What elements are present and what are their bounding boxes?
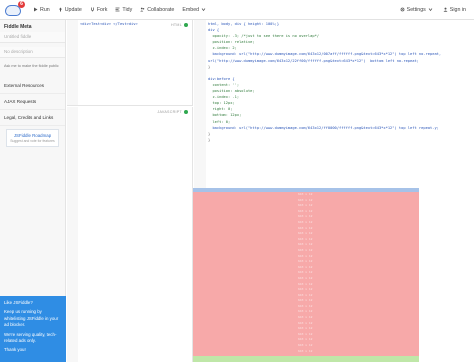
js-label-text: JAVASCRIPT (157, 110, 182, 114)
sidebar: Fiddle Meta Untitled fiddle No descripti… (0, 20, 66, 362)
result-green-strip (193, 356, 419, 362)
result-tile-label: 643 x 12 (298, 203, 313, 208)
js-settings-icon[interactable] (184, 110, 188, 114)
result-tile-label: 643 x 12 (298, 231, 313, 236)
fork-button[interactable]: Fork (90, 6, 108, 13)
result-tile-label: 643 x 12 (298, 275, 313, 280)
result-tile-label: 643 x 12 (298, 259, 313, 264)
html-pane-label: HTML (171, 23, 188, 27)
fiddle-description-input[interactable]: No description (0, 47, 65, 58)
result-tile-label: 643 x 12 (298, 348, 313, 353)
run-label: Run (40, 6, 50, 13)
roadmap-subtitle: Suggest and vote for features (10, 139, 55, 143)
result-blank-area (419, 188, 474, 362)
js-gutter (67, 107, 78, 362)
external-resources-link[interactable]: External Resources (0, 78, 65, 94)
fork-label: Fork (96, 6, 108, 13)
people-icon (140, 7, 145, 12)
collaborate-button[interactable]: Collaborate (140, 7, 174, 13)
legal-credits-link[interactable]: Legal, Credits and Links (0, 110, 65, 126)
update-button[interactable]: Update (58, 7, 82, 13)
play-icon (34, 7, 38, 12)
css-code-line[interactable]: background: url("http://www.dummyimage.c… (208, 125, 472, 131)
roadmap-title: JSFiddle Roadmap (13, 133, 52, 138)
promo-banner: Like JSFiddle? Keep us running by whitel… (0, 296, 66, 362)
settings-button[interactable]: Settings (400, 7, 435, 13)
tidy-label: Tidy (122, 6, 133, 13)
update-label: Update (64, 6, 82, 13)
javascript-pane[interactable]: JAVASCRIPT (67, 107, 193, 362)
result-tile-label: 643 x 12 (298, 343, 313, 348)
settings-label: Settings (406, 6, 426, 13)
notification-badge: 6 (18, 0, 25, 8)
run-button[interactable]: Run (33, 7, 50, 13)
html-gutter (67, 20, 78, 105)
js-pane-label: JAVASCRIPT (157, 110, 188, 114)
result-tile-label: 643 x 12 (298, 247, 313, 252)
embed-label: Embed (182, 6, 200, 13)
cloud-upload-icon (58, 7, 62, 12)
result-tile-label: 643 x 12 (298, 287, 313, 292)
css-code-line[interactable]: background: url("http://www.dummyimage.c… (208, 51, 472, 57)
signin-button[interactable]: Sign in (443, 7, 466, 13)
user-icon (443, 7, 448, 12)
tidy-button[interactable]: Tidy (115, 7, 132, 13)
fiddle-title-input[interactable]: Untitled fiddle (0, 32, 65, 43)
top-toolbar: 6 Run Update Fork Tidy Collaborate Embed… (0, 0, 474, 20)
css-pane[interactable]: html, body, div { height: 100%;} div { op… (194, 20, 474, 188)
roadmap-box[interactable]: JSFiddle Roadmap Suggest and vote for fe… (6, 129, 59, 147)
result-tile-label: 643 x 12 (298, 219, 313, 224)
fork-icon (90, 7, 94, 12)
gear-icon (400, 7, 405, 12)
promo-line-2: We're serving quality, tech-related ads … (4, 331, 57, 343)
css-gutter (194, 20, 206, 188)
collaborate-label: Collaborate (147, 6, 175, 13)
signin-label: Sign in (449, 6, 466, 13)
result-tile-label: 643 x 12 (298, 192, 313, 196)
tidy-icon (115, 7, 120, 12)
embed-button[interactable]: Embed (182, 7, 208, 13)
result-tile-label: 643 x 12 (298, 315, 313, 320)
private-note: Ask me to make the fiddle public (4, 64, 59, 68)
html-pane[interactable]: <div>Test<div> </Test>div> HTML (67, 20, 193, 106)
promo-line-1: Keep us running by whitelisting JSFiddle… (4, 309, 59, 328)
html-label-text: HTML (171, 23, 182, 27)
chevron-down-icon (428, 8, 433, 12)
fiddle-meta-heading: Fiddle Meta (4, 24, 32, 30)
jsfiddle-logo[interactable]: 6 (3, 0, 25, 19)
css-code[interactable]: html, body, div { height: 100%;} div { op… (208, 21, 472, 143)
html-code[interactable]: <div>Test<div> </Test>div> (80, 21, 138, 27)
result-tile-text: 643 x 12 643 x 12 643 x 12 643 x 12 643 x 12… (298, 192, 312, 354)
html-settings-icon[interactable] (184, 23, 188, 27)
ajax-requests-link[interactable]: AJAX Requests (0, 94, 65, 110)
promo-title: Like JSFiddle? (4, 300, 33, 305)
promo-line-3: Thank you! (4, 347, 26, 353)
chevron-down-icon (201, 8, 206, 12)
css-code-line[interactable]: } (208, 137, 472, 143)
